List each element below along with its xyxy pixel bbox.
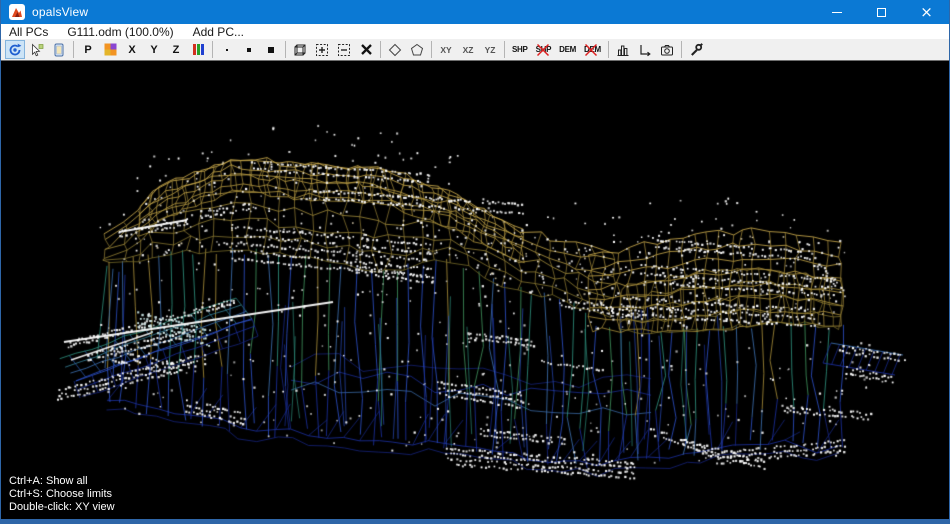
color-palette-button[interactable]	[100, 40, 120, 59]
settings-button[interactable]	[686, 40, 706, 59]
toolbar-separator	[431, 41, 432, 58]
shortcut-hints: Ctrl+A: Show all Ctrl+S: Choose limits D…	[9, 475, 115, 514]
toolbar-separator	[608, 41, 609, 58]
dem-remove-label: DEM	[584, 45, 601, 54]
color-by-z-label: Z	[173, 44, 180, 56]
color-by-x-button[interactable]: X	[122, 40, 142, 59]
minimize-icon	[832, 12, 842, 13]
measure-polygon-button[interactable]	[407, 40, 427, 59]
close-button[interactable]: ×	[904, 0, 949, 24]
view-yz-label: YZ	[485, 45, 496, 55]
toolbar-separator	[73, 41, 74, 58]
histogram-button[interactable]	[613, 40, 633, 59]
toolbar-separator	[212, 41, 213, 58]
view-xy-label: XY	[440, 45, 451, 55]
color-by-x-label: X	[128, 44, 135, 56]
point-size-medium-button[interactable]	[239, 40, 259, 59]
point-size-large-icon	[265, 44, 277, 56]
color-by-rgb-button[interactable]	[188, 40, 208, 59]
shp-remove-label: SHP	[536, 45, 552, 54]
pointcloud-canvas[interactable]	[1, 61, 949, 519]
hint-choose-limits: Ctrl+S: Choose limits	[9, 488, 115, 501]
pick-point-button[interactable]	[27, 40, 47, 59]
shp-load-button[interactable]: SHP	[509, 40, 531, 59]
overview-panel-icon	[52, 43, 66, 57]
palette-icon	[104, 43, 117, 56]
color-by-y-button[interactable]: Y	[144, 40, 164, 59]
pick-point-icon	[30, 43, 44, 57]
shp-load-label: SHP	[512, 45, 528, 54]
polygon-icon	[410, 43, 424, 57]
toolbar-separator	[380, 41, 381, 58]
view-yz-button[interactable]: YZ	[480, 40, 500, 59]
menubar: All PCs G111.odm (100.0%) Add PC...	[1, 24, 949, 39]
toolbar-separator	[285, 41, 286, 58]
dem-load-button[interactable]: DEM	[556, 40, 579, 59]
window-bottom-border	[1, 519, 949, 524]
close-icon: ×	[920, 5, 933, 20]
color-by-z-button[interactable]: Z	[166, 40, 186, 59]
screenshot-button[interactable]	[657, 40, 677, 59]
diamond-icon	[388, 43, 402, 57]
titlebar: opalsView ×	[1, 0, 949, 24]
view-xz-label: XZ	[463, 45, 474, 55]
fit-x-icon	[360, 43, 373, 56]
maximize-button[interactable]	[859, 0, 904, 24]
dem-load-label: DEM	[559, 45, 576, 54]
wrench-icon	[689, 43, 703, 57]
camera-icon	[660, 43, 674, 57]
point-size-medium-icon	[243, 44, 255, 56]
perspective-toggle-button[interactable]: P	[78, 40, 98, 59]
measure-diamond-button[interactable]	[385, 40, 405, 59]
axes-icon	[638, 43, 652, 57]
toolbar-separator	[681, 41, 682, 58]
zoom-in-icon	[315, 43, 329, 57]
color-by-y-label: Y	[150, 44, 157, 56]
dem-remove-button[interactable]: DEM	[581, 40, 604, 59]
menu-item-add-pc[interactable]: Add PC...	[193, 25, 244, 39]
window-title: opalsView	[32, 5, 88, 19]
window-controls: ×	[814, 0, 949, 24]
zoom-out-icon	[337, 43, 351, 57]
zoom-in-button[interactable]	[312, 40, 332, 59]
clear-selection-button[interactable]	[356, 40, 376, 59]
toolbar: PXYZXYXZYZSHPSHPDEMDEM	[1, 39, 949, 61]
shp-remove-button[interactable]: SHP	[533, 40, 555, 59]
opalsview-window: opalsView × All PCs G111.odm (100.0%) Add …	[0, 0, 950, 524]
bounding-box-button[interactable]	[290, 40, 310, 59]
perspective-toggle-label: P	[84, 44, 91, 56]
point-size-small-icon	[221, 44, 233, 56]
view-xy-button[interactable]: XY	[436, 40, 456, 59]
hint-xy-view: Double-click: XY view	[9, 501, 115, 514]
menu-item-all-pcs[interactable]: All PCs	[9, 25, 48, 39]
hint-show-all: Ctrl+A: Show all	[9, 475, 115, 488]
rotate-view-button[interactable]	[5, 40, 25, 59]
app-logo-icon	[9, 4, 25, 20]
toolbar-separator	[504, 41, 505, 58]
maximize-icon	[877, 8, 886, 17]
point-size-small-button[interactable]	[217, 40, 237, 59]
menu-item-g111-odm-100-0[interactable]: G111.odm (100.0%)	[67, 25, 173, 39]
cube-icon	[293, 43, 307, 57]
rotate-view-icon	[8, 43, 22, 57]
minimize-button[interactable]	[814, 0, 859, 24]
view-xz-button[interactable]: XZ	[458, 40, 478, 59]
overview-panel-button[interactable]	[49, 40, 69, 59]
point-size-large-button[interactable]	[261, 40, 281, 59]
viewport-3d[interactable]: Ctrl+A: Show all Ctrl+S: Choose limits D…	[1, 61, 949, 519]
rgb-channels-icon	[192, 43, 205, 56]
histogram-icon	[616, 43, 630, 57]
zoom-out-button[interactable]	[334, 40, 354, 59]
axes-button[interactable]	[635, 40, 655, 59]
